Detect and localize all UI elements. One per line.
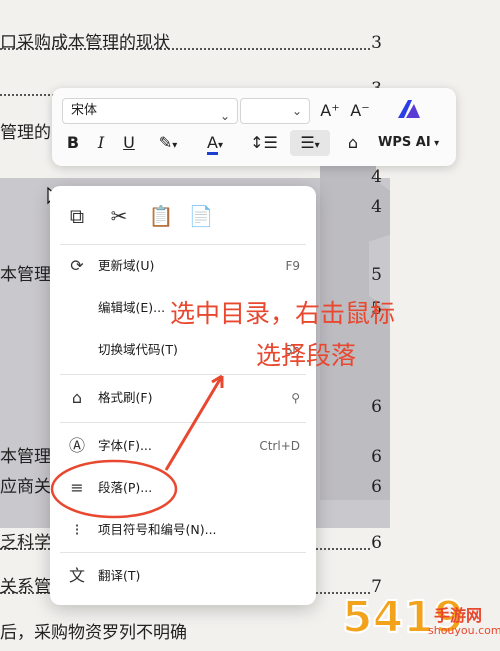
annotation-circle [50,459,178,519]
annotation-text-line2: 选择段落 [256,341,357,370]
watermark-logo: 5419 手游网 shouyou.com [340,590,500,651]
watermark-domain: shouyou.com [428,624,500,637]
watermark-text: 手游网 [434,606,483,625]
annotation-text-line1: 选中目录，右击鼠标 [170,299,396,328]
annotation-arrow [164,375,224,471]
